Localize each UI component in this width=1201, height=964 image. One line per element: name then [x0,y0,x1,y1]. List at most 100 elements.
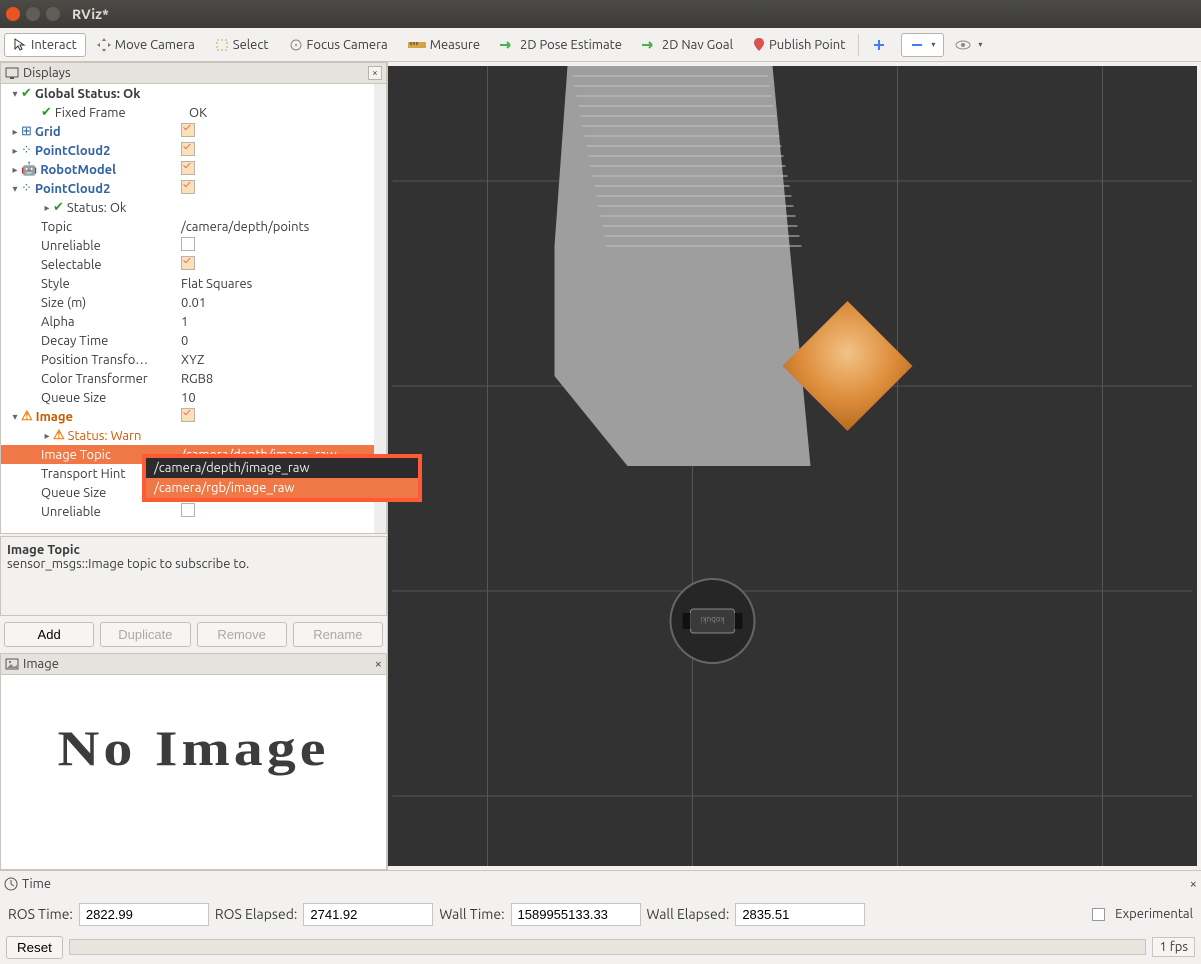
pointcloud2-item-1[interactable]: PointCloud2 [35,144,111,158]
pc2b-coltrans-value[interactable]: RGB8 [181,372,213,386]
chevron-down-icon: ▾ [931,40,935,49]
main-toolbar: Interact Move Camera Select Focus Camera… [0,28,1201,62]
image-unreliable-label: Unreliable [41,505,101,519]
nav-goal-tool[interactable]: 2D Nav Goal [633,33,742,57]
focus-camera-label: Focus Camera [307,38,388,52]
move-camera-tool[interactable]: Move Camera [88,33,204,57]
interact-tool[interactable]: Interact [4,33,86,57]
visibility-button[interactable]: ▾ [946,34,991,56]
ros-time-input[interactable] [79,903,209,926]
wall-time-input[interactable] [511,903,641,926]
pc2b-unreliable-label: Unreliable [41,239,101,253]
pc2b-status[interactable]: Status: Ok [67,201,127,215]
image-checkbox[interactable] [181,408,195,422]
pc2b-decay-value[interactable]: 0 [181,334,188,348]
global-status-item[interactable]: Global Status: Ok [35,87,141,101]
bottom-bar: Reset 1 fps [0,932,1201,962]
dropdown-option-2[interactable]: /camera/rgb/image_raw [146,478,418,498]
time-panel-title: Time [22,877,51,891]
window-maximize-button[interactable] [46,7,60,21]
remove-button[interactable]: Remove [197,622,287,647]
displays-icon [5,66,19,80]
displays-close-button[interactable]: × [368,66,382,80]
select-icon [215,38,229,52]
publish-point-tool[interactable]: Publish Point [744,33,854,57]
help-title: Image Topic [7,543,380,557]
pc2b-postrans-value[interactable]: XYZ [181,353,204,367]
publish-point-label: Publish Point [769,38,845,52]
duplicate-button[interactable]: Duplicate [100,622,190,647]
pc2b-style-value[interactable]: Flat Squares [181,277,252,291]
nav-goal-label: 2D Nav Goal [662,38,733,52]
fixed-frame-label: Fixed Frame [55,106,126,120]
image-transport-label: Transport Hint [41,467,125,481]
pc2b-queue-value[interactable]: 10 [181,391,196,405]
arrow-green-icon [500,40,516,50]
add-button[interactable]: Add [4,622,94,647]
displays-panel-header[interactable]: Displays × [0,62,387,84]
pc2a-checkbox[interactable] [181,142,195,156]
svg-text:kobuki: kobuki [701,615,725,624]
image-queue-label: Queue Size [41,486,106,500]
remove-display-button[interactable]: ▾ [901,33,944,57]
window-minimize-button[interactable] [26,7,40,21]
eye-icon [955,39,971,51]
pc2b-unreliable-checkbox[interactable] [181,237,195,251]
wall-elapsed-input[interactable] [735,903,865,926]
pc2b-style-label: Style [41,277,70,291]
pose-estimate-tool[interactable]: 2D Pose Estimate [491,33,631,57]
ros-elapsed-input[interactable] [303,903,433,926]
pc2b-topic-value[interactable]: /camera/depth/points [181,220,309,234]
window-title: RViz* [72,6,109,22]
pc2b-selectable-label: Selectable [41,258,102,272]
rename-button[interactable]: Rename [293,622,383,647]
robotmodel-checkbox[interactable] [181,161,195,175]
target-icon [289,38,303,52]
reset-button[interactable]: Reset [6,936,63,959]
wall-elapsed-label: Wall Elapsed: [647,906,730,922]
pointcloud2-item-2[interactable]: PointCloud2 [35,182,111,196]
image-icon [5,657,19,671]
no-image-text: No Image [57,720,329,777]
experimental-label: Experimental [1115,907,1193,921]
pc2b-coltrans-label: Color Transformer [41,372,148,386]
status-bar: ROS Time: ROS Elapsed: Wall Time: Wall E… [0,896,1201,932]
pose-estimate-label: 2D Pose Estimate [520,38,622,52]
toolbar-separator [858,34,859,56]
dropdown-option-1[interactable]: /camera/depth/image_raw [146,458,418,478]
image-panel-close-button[interactable]: × [375,657,382,671]
image-status[interactable]: Status: Warn [68,429,142,443]
focus-camera-tool[interactable]: Focus Camera [280,33,397,57]
image-display-item[interactable]: Image [36,410,73,424]
ros-elapsed-label: ROS Elapsed: [215,906,298,922]
pc2b-selectable-checkbox[interactable] [181,256,195,270]
add-display-button[interactable] [863,33,899,57]
pc2b-checkbox[interactable] [181,180,195,194]
viewport-scene: kobuki [388,66,1197,866]
pc2b-alpha-value[interactable]: 1 [181,315,188,329]
pc2b-size-label: Size (m) [41,296,86,310]
experimental-checkbox[interactable] [1092,908,1105,921]
arrow-green2-icon [642,40,658,50]
image-unreliable-checkbox[interactable] [181,503,195,517]
image-panel-header[interactable]: Image × [0,653,387,675]
3d-viewport[interactable]: kobuki [388,66,1197,866]
robotmodel-item[interactable]: RobotModel [40,163,116,177]
image-panel: No Image [0,675,387,870]
grid-checkbox[interactable] [181,123,195,137]
fixed-frame-value: OK [181,106,207,120]
chevron-down-icon: ▾ [978,40,982,49]
grid-item[interactable]: Grid [35,125,61,139]
time-panel-header[interactable]: Time × [0,870,1201,896]
select-tool[interactable]: Select [206,33,278,57]
fps-indicator: 1 fps [1152,937,1195,957]
window-close-button[interactable] [6,7,20,21]
image-topic-dropdown[interactable]: /camera/depth/image_raw /camera/rgb/imag… [142,454,422,502]
image-panel-title: Image [23,657,59,671]
select-label: Select [233,38,269,52]
interact-label: Interact [31,38,77,52]
pc2b-size-value[interactable]: 0.01 [181,296,206,310]
measure-label: Measure [430,38,480,52]
measure-tool[interactable]: Measure [399,33,489,57]
time-panel-close-button[interactable]: × [1190,877,1197,891]
